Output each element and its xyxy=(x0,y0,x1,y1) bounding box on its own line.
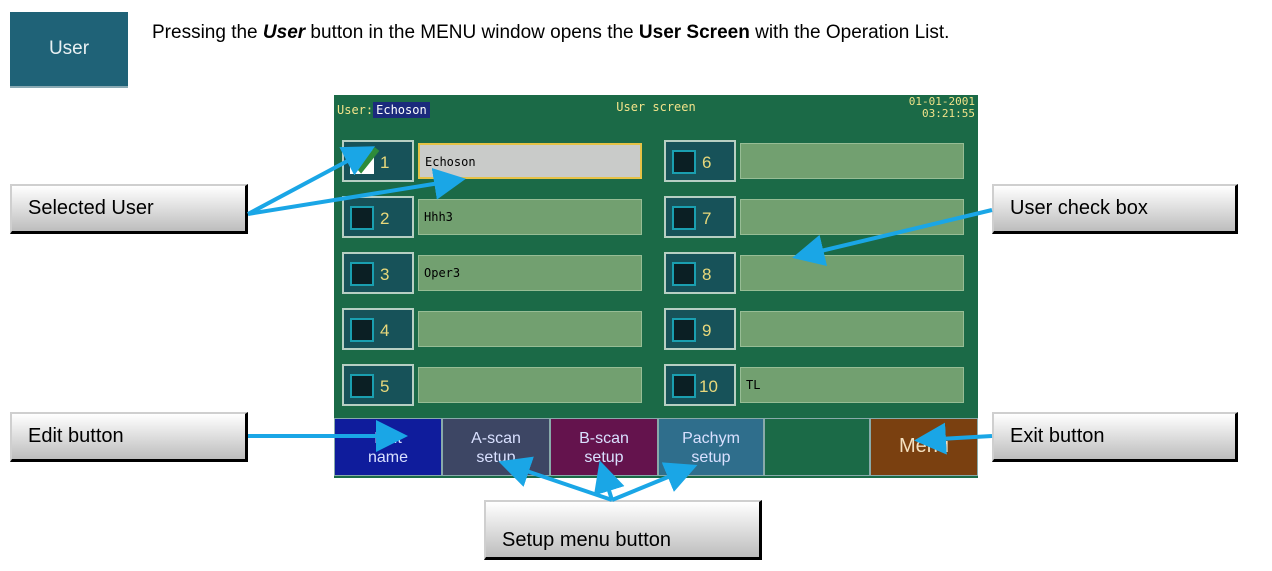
arrow-to-pachy xyxy=(611,462,698,502)
arrow-to-ascan xyxy=(498,456,613,502)
arrow-to-menu xyxy=(914,422,993,455)
annotation-arrows xyxy=(247,146,993,502)
arrow-to-check-box xyxy=(792,208,993,266)
